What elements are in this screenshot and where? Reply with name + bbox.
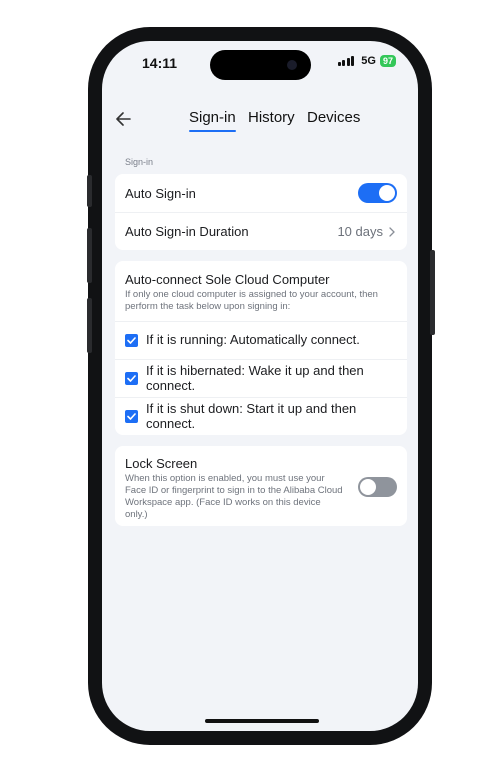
status-indicators: 5G 97 bbox=[337, 55, 396, 67]
lock-screen-title: Lock Screen bbox=[125, 456, 198, 471]
app-screen: 14:11 5G 97 Sign-in History Devices Sign… bbox=[102, 41, 418, 731]
sign-in-card: Auto Sign-in Auto Sign-in Duration 10 da… bbox=[115, 174, 407, 250]
checkmark-icon bbox=[127, 337, 136, 344]
auto-sign-in-label: Auto Sign-in bbox=[125, 186, 196, 201]
arrow-left-icon[interactable] bbox=[114, 109, 134, 129]
option-hibernated-label: If it is hibernated: Wake it up and then… bbox=[146, 363, 364, 393]
option-running-row[interactable]: If it is running: Automatically connect. bbox=[115, 321, 407, 359]
phone-power-button bbox=[430, 250, 435, 335]
option-running-checkbox[interactable] bbox=[125, 334, 138, 347]
tab-devices[interactable]: Devices bbox=[307, 109, 360, 126]
lock-screen-description: When this option is enabled, you must us… bbox=[125, 473, 343, 520]
camera-dot bbox=[287, 60, 297, 70]
home-indicator[interactable] bbox=[205, 719, 319, 723]
nav-bar: Sign-in History Devices bbox=[102, 105, 418, 135]
auto-connect-description: If only one cloud computer is assigned t… bbox=[125, 289, 378, 312]
toggle-knob bbox=[360, 479, 376, 495]
status-time: 14:11 bbox=[142, 55, 178, 71]
section-label-sign-in: Sign-in bbox=[125, 157, 154, 167]
battery-icon: 97 bbox=[379, 55, 396, 67]
auto-sign-in-row: Auto Sign-in bbox=[115, 174, 407, 212]
phone-side-button bbox=[87, 175, 92, 207]
auto-sign-in-toggle[interactable] bbox=[358, 183, 397, 203]
option-running-label: If it is running: Automatically connect. bbox=[146, 332, 360, 347]
option-hibernated-row[interactable]: If it is hibernated: Wake it up and then… bbox=[115, 359, 407, 397]
duration-value[interactable]: 10 days bbox=[337, 224, 395, 239]
checkmark-icon bbox=[127, 413, 136, 420]
phone-volume-up-button bbox=[87, 228, 92, 283]
auto-connect-card: Auto-connect Sole Cloud Computer If only… bbox=[115, 261, 407, 435]
auto-connect-title: Auto-connect Sole Cloud Computer bbox=[125, 272, 330, 287]
lock-screen-toggle[interactable] bbox=[358, 477, 397, 497]
signal-icon bbox=[337, 56, 355, 66]
network-type: 5G bbox=[361, 55, 376, 67]
phone-volume-down-button bbox=[87, 298, 92, 353]
lock-screen-card: Lock Screen When this option is enabled,… bbox=[115, 446, 407, 526]
tab-sign-in[interactable]: Sign-in bbox=[189, 109, 236, 132]
option-shut-down-label: If it is shut down: Start it up and then… bbox=[146, 401, 357, 431]
toggle-knob bbox=[379, 185, 395, 201]
dynamic-island bbox=[210, 50, 311, 80]
option-shut-down-row[interactable]: If it is shut down: Start it up and then… bbox=[115, 397, 407, 435]
auto-sign-in-duration-label: Auto Sign-in Duration bbox=[125, 224, 249, 239]
chevron-right-icon bbox=[389, 226, 395, 237]
option-shut-down-checkbox[interactable] bbox=[125, 410, 138, 423]
option-hibernated-checkbox[interactable] bbox=[125, 372, 138, 385]
checkmark-icon bbox=[127, 375, 136, 382]
auto-sign-in-duration-row[interactable]: Auto Sign-in Duration 10 days bbox=[115, 212, 407, 250]
duration-value-text: 10 days bbox=[337, 224, 383, 239]
tab-history[interactable]: History bbox=[248, 109, 295, 126]
